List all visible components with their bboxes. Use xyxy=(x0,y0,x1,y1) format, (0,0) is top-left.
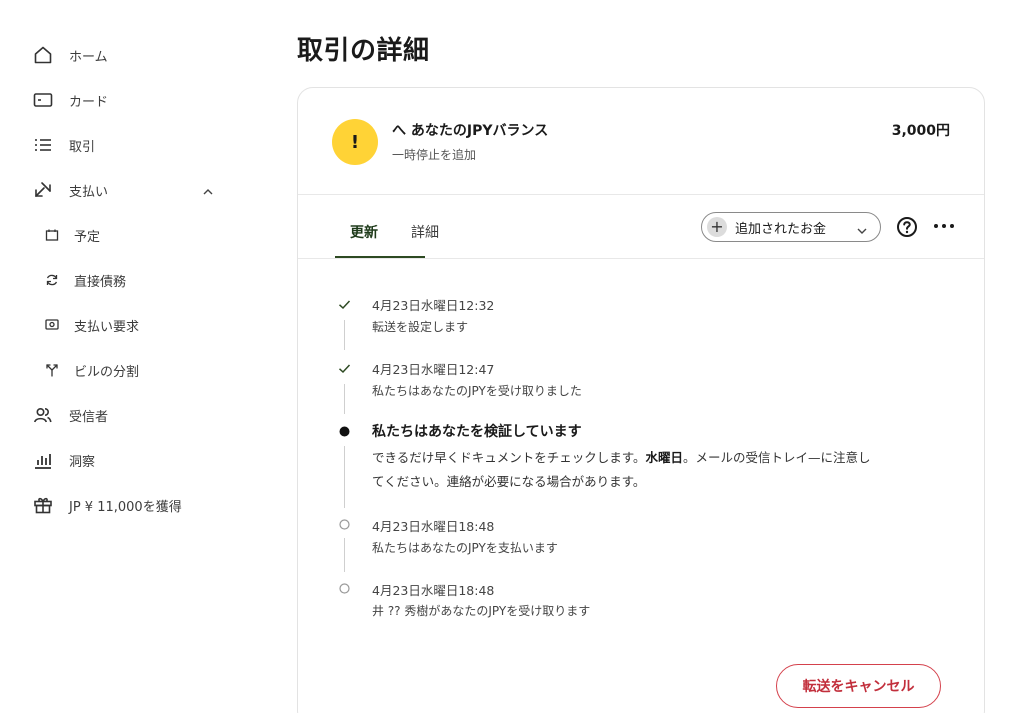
sidebar-item-label: ビルの分割 xyxy=(74,364,140,380)
timeline-description: 井 ?? 秀樹があなたのJPYを受け取ります xyxy=(372,604,591,618)
timeline-date: 4月23日水曜日12:47 xyxy=(372,362,495,377)
tab-updates[interactable]: 更新 xyxy=(350,222,378,242)
recipients-icon xyxy=(32,404,54,426)
timeline-connector xyxy=(344,538,345,572)
timeline-connector xyxy=(344,384,345,414)
check-icon xyxy=(338,298,351,311)
sidebar-item-direct-debits[interactable]: 直接債務 xyxy=(32,265,222,295)
cancel-transfer-button[interactable]: 転送をキャンセル xyxy=(776,664,941,708)
balance-subtitle: 一時停止を追加 xyxy=(392,148,477,162)
chevron-down-icon xyxy=(856,222,868,241)
transaction-card: ! へ あなたのJPYバランス 一時停止を追加 3,000円 更新 詳細 + 追… xyxy=(297,87,985,713)
current-step-icon xyxy=(338,425,351,438)
pending-step-icon xyxy=(338,518,351,531)
timeline-current-title: 私たちはあなたを検証しています xyxy=(372,424,582,440)
check-icon xyxy=(338,362,351,375)
timeline-date: 4月23日水曜日18:48 xyxy=(372,519,495,534)
sidebar-item-label: ホーム xyxy=(69,49,108,65)
card-icon xyxy=(32,89,54,111)
gift-icon xyxy=(32,494,54,516)
divider xyxy=(298,194,984,195)
calendar-icon xyxy=(44,227,60,243)
sidebar-item-label: 支払い要求 xyxy=(74,319,140,335)
timeline-current-body: できるだけ早くドキュメントをチェックします。水曜日。メールの受信トレイ—に注意し… xyxy=(372,450,871,489)
chart-icon xyxy=(32,449,54,471)
tab-details[interactable]: 詳細 xyxy=(411,222,439,242)
timeline-date: 4月23日水曜日12:32 xyxy=(372,298,495,313)
timeline-connector xyxy=(344,320,345,350)
sidebar-item-cards[interactable]: カード xyxy=(32,85,222,115)
list-icon xyxy=(32,134,54,156)
timeline-description: 私たちはあなたのJPYを受け取りました xyxy=(372,384,582,398)
sidebar-item-payment-requests[interactable]: 支払い要求 xyxy=(32,310,222,340)
page-title: 取引の詳細 xyxy=(297,36,430,66)
sidebar-item-insights[interactable]: 洞察 xyxy=(32,445,222,475)
timeline-description: 私たちはあなたのJPYを支払います xyxy=(372,541,558,555)
sidebar-item-label: カード xyxy=(69,94,109,110)
divider xyxy=(298,258,984,259)
alert-icon: ! xyxy=(332,119,378,165)
filter-label: 追加されたお金 xyxy=(735,221,827,237)
sidebar-item-home[interactable]: ホーム xyxy=(32,40,222,70)
balance-title: へ あなたのJPYバランス xyxy=(392,123,549,139)
split-icon xyxy=(44,362,60,378)
sidebar-item-rewards[interactable]: JP ¥ 11,000を獲得 xyxy=(32,490,222,520)
sidebar-item-bill-split[interactable]: ビルの分割 xyxy=(32,355,222,385)
sidebar: ホーム カード 取引 支払い 予定 直接債務 支払い要求 ビルの分割 受信者 洞… xyxy=(0,0,260,713)
sidebar-item-label: JP ¥ 11,000を獲得 xyxy=(69,499,182,515)
timeline-date: 4月23日水曜日18:48 xyxy=(372,583,495,598)
timeline-description: 転送を設定します xyxy=(372,320,469,334)
pending-step-icon xyxy=(338,582,351,595)
sidebar-item-scheduled[interactable]: 予定 xyxy=(32,220,222,250)
chevron-up-icon[interactable] xyxy=(202,183,214,202)
help-icon[interactable] xyxy=(896,216,918,238)
more-options-icon[interactable] xyxy=(934,224,954,232)
transfer-icon xyxy=(32,179,54,201)
sidebar-item-label: 洞察 xyxy=(69,454,96,470)
balance-amount: 3,000円 xyxy=(891,123,950,139)
sidebar-item-payments[interactable]: 支払い xyxy=(32,175,222,205)
sidebar-item-transactions[interactable]: 取引 xyxy=(32,130,222,160)
request-icon xyxy=(44,317,60,333)
refresh-icon xyxy=(44,272,60,288)
sidebar-item-label: 受信者 xyxy=(69,409,109,425)
sidebar-item-label: 取引 xyxy=(69,139,96,155)
home-icon xyxy=(32,44,54,66)
filter-dropdown[interactable]: + 追加されたお金 xyxy=(701,212,881,242)
sidebar-item-label: 予定 xyxy=(74,229,101,245)
timeline-connector xyxy=(344,446,345,508)
sidebar-item-label: 支払い xyxy=(69,184,109,200)
sidebar-item-label: 直接債務 xyxy=(74,274,127,290)
sidebar-item-recipients[interactable]: 受信者 xyxy=(32,400,222,430)
plus-icon: + xyxy=(707,217,727,237)
